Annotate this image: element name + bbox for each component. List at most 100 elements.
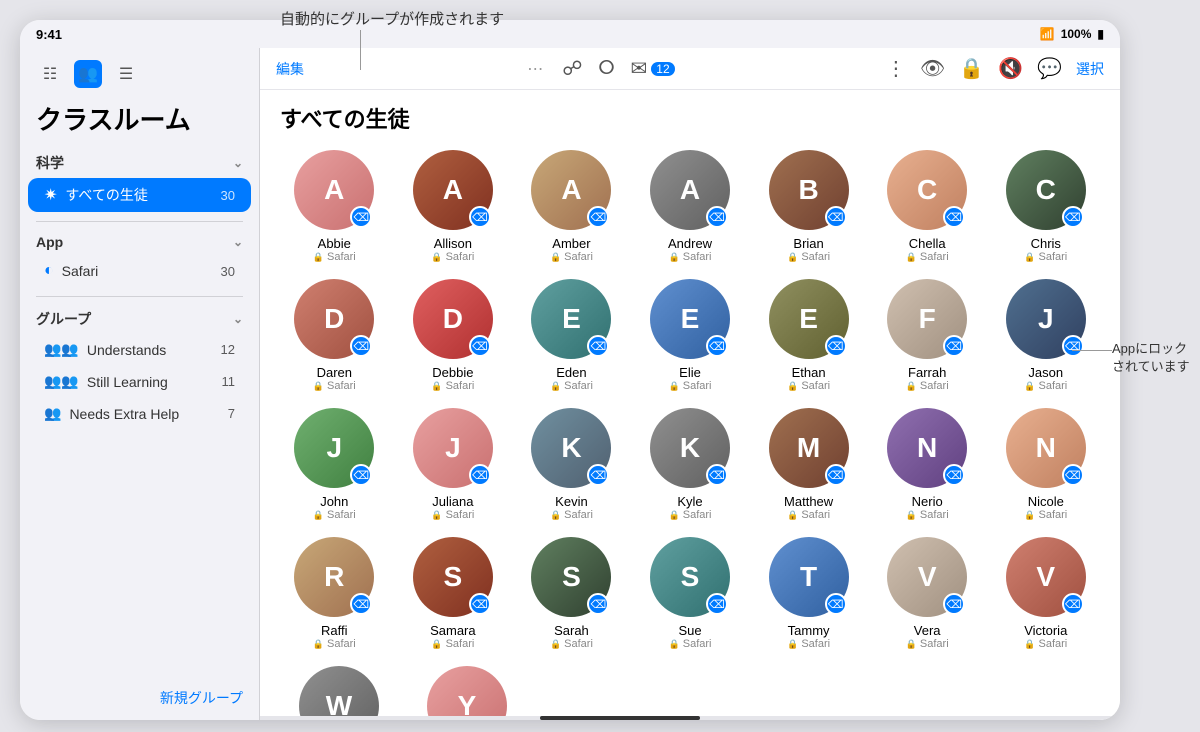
safari-badge: ⌫ [1062,593,1084,615]
student-app: 🔒 Safari [1024,509,1067,521]
sidebar-list-icon[interactable]: ☰ [112,60,140,88]
mute-icon[interactable]: 🔇 [998,56,1023,81]
safari-badge: ⌫ [587,593,609,615]
lock-small-icon: 🔒 [431,252,442,263]
student-card[interactable]: E ⌫ Eden 🔒 Safari [517,279,626,392]
select-button[interactable]: 選択 [1076,59,1104,79]
student-name: Tammy [788,623,830,638]
lock-icon[interactable]: 🔒 [959,56,984,81]
student-card[interactable]: J ⌫ John 🔒 Safari [280,408,389,521]
app-name: Safari [801,638,830,650]
avatar-wrap: V ⌫ [1006,537,1086,617]
sidebar-safari[interactable]: ◐ Safari 30 [28,255,251,287]
student-name: Nicole [1028,494,1064,509]
group-chevron: ⌄ [233,312,243,326]
sidebar-section-group[interactable]: グループ ⌄ [20,305,259,333]
avatar-wrap: J ⌫ [294,408,374,488]
student-card[interactable]: B ⌫ Brian 🔒 Safari [754,150,863,263]
mail-tool[interactable]: ✉ 12 [631,56,675,81]
student-card[interactable]: N ⌫ Nerio 🔒 Safari [873,408,982,521]
student-card[interactable]: V ⌫ Vera 🔒 Safari [873,537,982,650]
lock-small-icon: 🔒 [313,252,324,263]
new-group-button[interactable]: 新規グループ [36,688,243,708]
apps-icon[interactable]: ⋮ [886,56,906,81]
student-card[interactable]: J ⌫ Jason 🔒 Safari [991,279,1100,392]
student-app: 🔒 Safari [431,380,474,392]
student-card[interactable]: S ⌫ Sarah 🔒 Safari [517,537,626,650]
safari-badge: ⌫ [706,335,728,357]
app-name: Safari [446,251,475,263]
student-card[interactable]: M ⌫ Matthew 🔒 Safari [754,408,863,521]
student-name: Abbie [318,236,351,251]
group-list: 👥👥 Understands 12👥👥 Still Learning 11👥 N… [20,333,259,430]
location-tool[interactable]: ⭘ [599,57,615,80]
student-name: Samara [430,623,476,638]
student-card[interactable]: S ⌫ Sue 🔒 Safari [636,537,745,650]
message-icon[interactable]: 💬 [1037,56,1062,81]
student-card[interactable]: K ⌫ Kevin 🔒 Safari [517,408,626,521]
student-row-0: A ⌫ Abbie 🔒 Safari A ⌫ Allison 🔒 Safari … [280,150,1100,263]
student-app: 🔒 Safari [906,509,949,521]
student-card[interactable]: W ⌫ Wanda 🔒 Safari [280,666,398,716]
safari-badge: ⌫ [943,206,965,228]
sidebar-group-1[interactable]: 👥👥 Still Learning 11 [28,366,251,397]
lock-small-icon: 🔒 [906,639,917,650]
student-name: Juliana [432,494,473,509]
student-card[interactable]: A ⌫ Andrew 🔒 Safari [636,150,745,263]
student-app: 🔒 Safari [313,509,356,521]
student-card[interactable]: E ⌫ Elie 🔒 Safari [636,279,745,392]
panel-header-center: ⋯ ☍ ⭘ ✉ 12 [328,56,874,81]
student-card[interactable]: S ⌫ Samara 🔒 Safari [399,537,508,650]
sidebar-bottom: 新規グループ [20,676,259,720]
science-chevron: ⌄ [233,156,243,170]
student-card[interactable]: F ⌫ Farrah 🔒 Safari [873,279,982,392]
student-card[interactable]: T ⌫ Tammy 🔒 Safari [754,537,863,650]
sidebar-all-students[interactable]: ✷ すべての生徒 30 [28,178,251,212]
student-card[interactable]: C ⌫ Chella 🔒 Safari [873,150,982,263]
student-name: Nerio [912,494,943,509]
layers-tool[interactable]: ☍ [562,56,582,81]
sidebar-group-2[interactable]: 👥 Needs Extra Help 7 [28,398,251,429]
student-card[interactable]: A ⌫ Amber 🔒 Safari [517,150,626,263]
lock-small-icon: 🔒 [431,510,442,521]
sidebar-people-icon[interactable]: 👥 [74,60,102,88]
student-card[interactable]: D ⌫ Debbie 🔒 Safari [399,279,508,392]
student-card[interactable]: D ⌫ Daren 🔒 Safari [280,279,389,392]
student-app: 🔒 Safari [787,251,830,263]
panel-title: すべての生徒 [260,90,1120,142]
student-card[interactable]: K ⌫ Kyle 🔒 Safari [636,408,745,521]
lock-small-icon: 🔒 [431,639,442,650]
group-name-1: Still Learning [87,374,168,390]
more-options-icon[interactable]: ⋯ [527,59,546,79]
avatar-wrap: M ⌫ [769,408,849,488]
student-card[interactable]: A ⌫ Allison 🔒 Safari [399,150,508,263]
group-name-2: Needs Extra Help [69,406,179,422]
hide-icon[interactable]: 👁 [920,56,945,81]
student-card[interactable]: C ⌫ Chris 🔒 Safari [991,150,1100,263]
student-card[interactable]: Y ⌫ Yasmin 🔒 Safari [408,666,526,716]
sidebar-section-app[interactable]: App ⌄ [20,230,259,254]
student-app: 🔒 Safari [669,251,712,263]
safari-badge: ⌫ [1062,206,1084,228]
bottom-bar [260,716,1120,720]
student-app: 🔒 Safari [906,638,949,650]
edit-button[interactable]: 編集 [276,59,316,79]
student-card[interactable]: R ⌫ Raffi 🔒 Safari [280,537,389,650]
student-app: 🔒 Safari [1024,638,1067,650]
right-panel: 編集 ⋯ ☍ ⭘ ✉ 12 ⋮ 👁 🔒 🔇 💬 [260,48,1120,720]
student-card[interactable]: J ⌫ Juliana 🔒 Safari [399,408,508,521]
lock-small-icon: 🔒 [550,639,561,650]
safari-badge: ⌫ [469,335,491,357]
sidebar-section-science[interactable]: 科学 ⌄ [20,149,259,177]
student-card[interactable]: V ⌫ Victoria 🔒 Safari [991,537,1100,650]
student-card[interactable]: E ⌫ Ethan 🔒 Safari [754,279,863,392]
group-count-0: 12 [221,342,235,357]
student-card[interactable]: N ⌫ Nicole 🔒 Safari [991,408,1100,521]
avatar-wrap: N ⌫ [1006,408,1086,488]
sidebar-group-0[interactable]: 👥👥 Understands 12 [28,334,251,365]
student-app: 🔒 Safari [550,380,593,392]
sidebar-grid-icon[interactable]: ☷ [36,60,64,88]
student-card[interactable]: A ⌫ Abbie 🔒 Safari [280,150,389,263]
student-name: Jason [1028,365,1063,380]
battery-text: 100% [1061,27,1092,41]
